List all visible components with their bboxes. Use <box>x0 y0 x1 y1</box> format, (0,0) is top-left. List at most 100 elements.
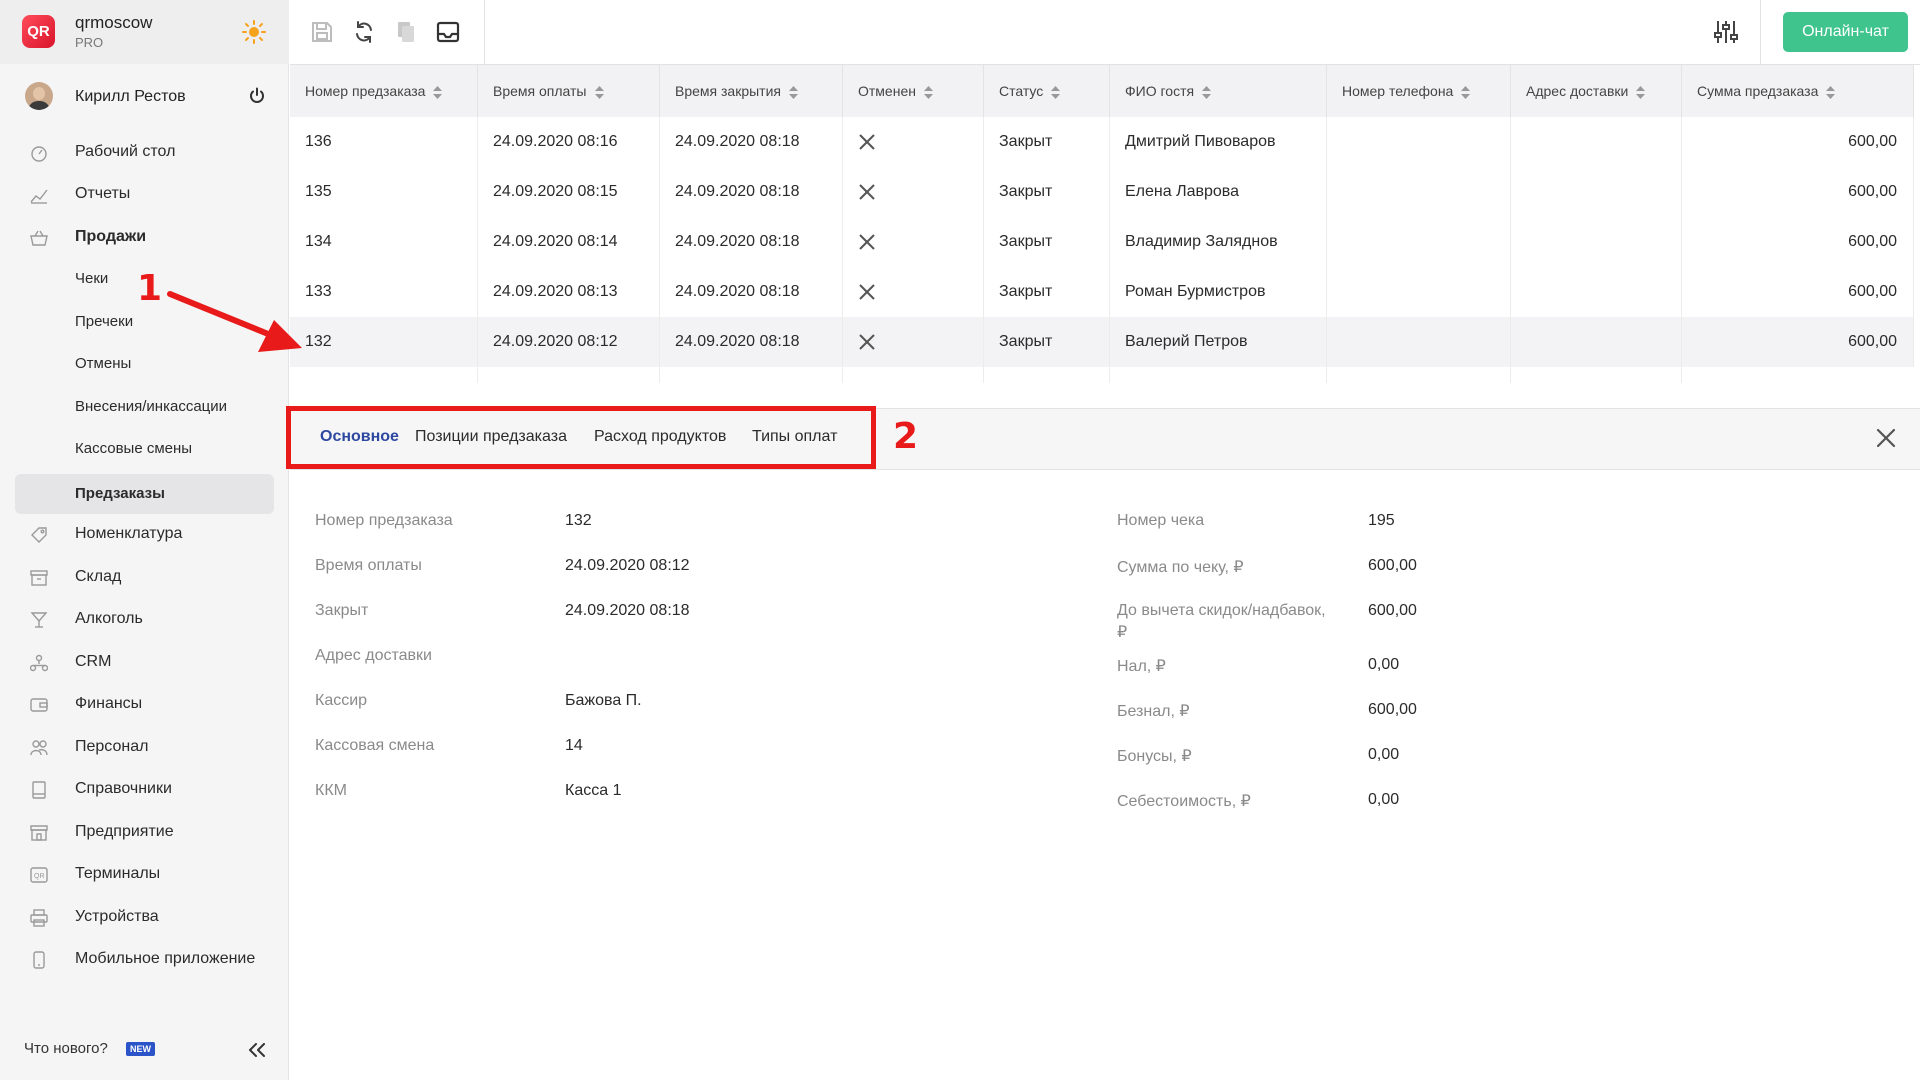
sort-icon[interactable] <box>1826 85 1836 99</box>
cell-sum: 600,00 <box>1682 217 1914 267</box>
sub-item-deposits[interactable]: Внесения/инкассации <box>0 390 289 424</box>
close-icon[interactable] <box>1875 427 1897 449</box>
copy-icon[interactable] <box>394 20 418 44</box>
nav-item-nomenclature[interactable]: Номенклатура <box>0 517 289 551</box>
nav-item-devices[interactable]: Устройства <box>0 900 289 934</box>
nav-item-mobile-app[interactable]: Мобильное приложение <box>0 942 289 976</box>
sort-icon[interactable] <box>433 85 443 99</box>
phone-icon <box>30 951 48 969</box>
nav-item-finance[interactable]: Финансы <box>0 687 289 721</box>
table-row-selected[interactable]: 132 24.09.2020 08:12 24.09.2020 08:18 За… <box>290 317 1914 368</box>
cell-closed-time: 24.09.2020 08:18 <box>660 167 843 217</box>
cell-preorder-number: 135 <box>290 167 478 217</box>
detail-label: Кассир <box>315 692 368 709</box>
nav-item-enterprise[interactable]: Предприятие <box>0 815 289 849</box>
cell-phone <box>1327 217 1511 267</box>
nav-label: CRM <box>75 653 112 670</box>
cell-paid-time: 24.09.2020 08:14 <box>478 217 660 267</box>
column-header[interactable]: Адрес доставки <box>1511 65 1682 117</box>
detail-value: 0,00 <box>1368 791 1400 808</box>
toolbar-divider <box>484 0 485 64</box>
cell-preorder-number: 136 <box>290 117 478 167</box>
column-header[interactable]: Статус <box>984 65 1110 117</box>
nav-label: Предприятие <box>75 823 174 840</box>
toolbar-divider <box>1760 0 1761 64</box>
column-header[interactable]: Отменен <box>843 65 984 117</box>
nav-label: Терминалы <box>75 865 161 882</box>
inbox-icon[interactable] <box>436 20 460 44</box>
nav-item-alcohol[interactable]: Алкоголь <box>0 602 289 636</box>
nav-item-reports[interactable]: Отчеты <box>0 177 289 211</box>
cell-cancelled <box>843 217 984 267</box>
user-row[interactable]: Кирилл Рестов <box>0 80 289 114</box>
cell-closed-time: 24.09.2020 08:18 <box>660 117 843 167</box>
detail-label: До вычета скидок/надбавок, <box>1117 602 1326 619</box>
detail-label: Сумма по чеку, ₽ <box>1117 559 1244 576</box>
cell-partial <box>1110 367 1327 383</box>
sort-icon[interactable] <box>1636 85 1646 99</box>
cell-address <box>1511 167 1682 217</box>
refresh-icon[interactable] <box>352 20 376 44</box>
cell-status: Закрыт <box>984 167 1110 217</box>
column-header[interactable]: Номер телефона <box>1327 65 1511 117</box>
cell-status: Закрыт <box>984 267 1110 317</box>
nav-item-crm[interactable]: CRM <box>0 645 289 679</box>
cell-phone <box>1327 317 1511 367</box>
column-header-label: Сумма предзаказа <box>1697 83 1819 99</box>
column-header[interactable]: ФИО гостя <box>1110 65 1327 117</box>
collapse-sidebar-icon[interactable] <box>248 1043 266 1057</box>
nav-label: Отчеты <box>75 185 131 202</box>
detail-label: Время оплаты <box>315 557 422 574</box>
sort-icon[interactable] <box>923 85 933 99</box>
sort-icon[interactable] <box>789 85 798 99</box>
new-badge: NEW <box>126 1042 155 1056</box>
nav-item-directories[interactable]: Справочники <box>0 772 289 806</box>
table-row[interactable]: 136 24.09.2020 08:16 24.09.2020 08:18 За… <box>290 117 1914 168</box>
column-header[interactable]: Номер предзаказа <box>290 65 478 117</box>
theme-sun-icon[interactable] <box>241 19 267 45</box>
nav-item-sales[interactable]: Продажи <box>0 220 289 254</box>
sort-icon[interactable] <box>594 85 604 99</box>
nav-item-warehouse[interactable]: Склад <box>0 560 289 594</box>
column-header[interactable]: Сумма предзаказа <box>1682 65 1914 117</box>
detail-value: 600,00 <box>1368 602 1417 619</box>
table-row[interactable]: 133 24.09.2020 08:13 24.09.2020 08:18 За… <box>290 267 1914 318</box>
column-settings-icon[interactable] <box>1714 19 1738 45</box>
whats-new-link[interactable]: Что нового? <box>24 1040 108 1057</box>
detail-label: Номер чека <box>1117 512 1205 529</box>
save-icon[interactable] <box>310 20 334 44</box>
detail-label: ККМ <box>315 782 347 799</box>
power-icon[interactable] <box>248 87 266 105</box>
nav-label: Склад <box>75 568 122 585</box>
cell-address <box>1511 267 1682 317</box>
online-chat-button[interactable]: Онлайн-чат <box>1783 12 1908 52</box>
nav-item-staff[interactable]: Персонал <box>0 730 289 764</box>
table-row[interactable]: 134 24.09.2020 08:14 24.09.2020 08:18 За… <box>290 217 1914 268</box>
cell-guest-name: Елена Лаврова <box>1110 167 1327 217</box>
column-header[interactable]: Время закрытия <box>660 65 843 117</box>
column-header-label: ФИО гостя <box>1125 83 1195 99</box>
annotation-arrow-icon <box>167 291 302 352</box>
cell-preorder-number: 134 <box>290 217 478 267</box>
svg-text:QR: QR <box>34 873 45 880</box>
detail-label: Закрыт <box>315 602 369 619</box>
sort-icon[interactable] <box>1461 85 1471 99</box>
cell-address <box>1511 117 1682 167</box>
sort-icon[interactable] <box>1202 85 1212 99</box>
nav-item-terminals[interactable]: QR Терминалы <box>0 857 289 891</box>
nav-label: Справочники <box>75 780 172 797</box>
detail-value: 24.09.2020 08:18 <box>565 602 690 619</box>
sub-item-shifts[interactable]: Кассовые смены <box>0 432 289 466</box>
brand-header[interactable]: QR qrmoscow PRO <box>0 0 289 64</box>
cell-cancelled <box>843 267 984 317</box>
nav-label: Предзаказы <box>75 485 165 502</box>
sort-icon[interactable] <box>1051 85 1061 99</box>
sub-item-preorders[interactable]: Предзаказы <box>15 474 274 514</box>
cell-address <box>1511 217 1682 267</box>
cell-guest-name: Дмитрий Пивоваров <box>1110 117 1327 167</box>
column-header-label: Статус <box>999 83 1044 99</box>
detail-value: 195 <box>1368 512 1395 529</box>
column-header[interactable]: Время оплаты <box>478 65 660 117</box>
nav-item-dashboard[interactable]: Рабочий стол <box>0 135 289 169</box>
table-row[interactable]: 135 24.09.2020 08:15 24.09.2020 08:18 За… <box>290 167 1914 218</box>
